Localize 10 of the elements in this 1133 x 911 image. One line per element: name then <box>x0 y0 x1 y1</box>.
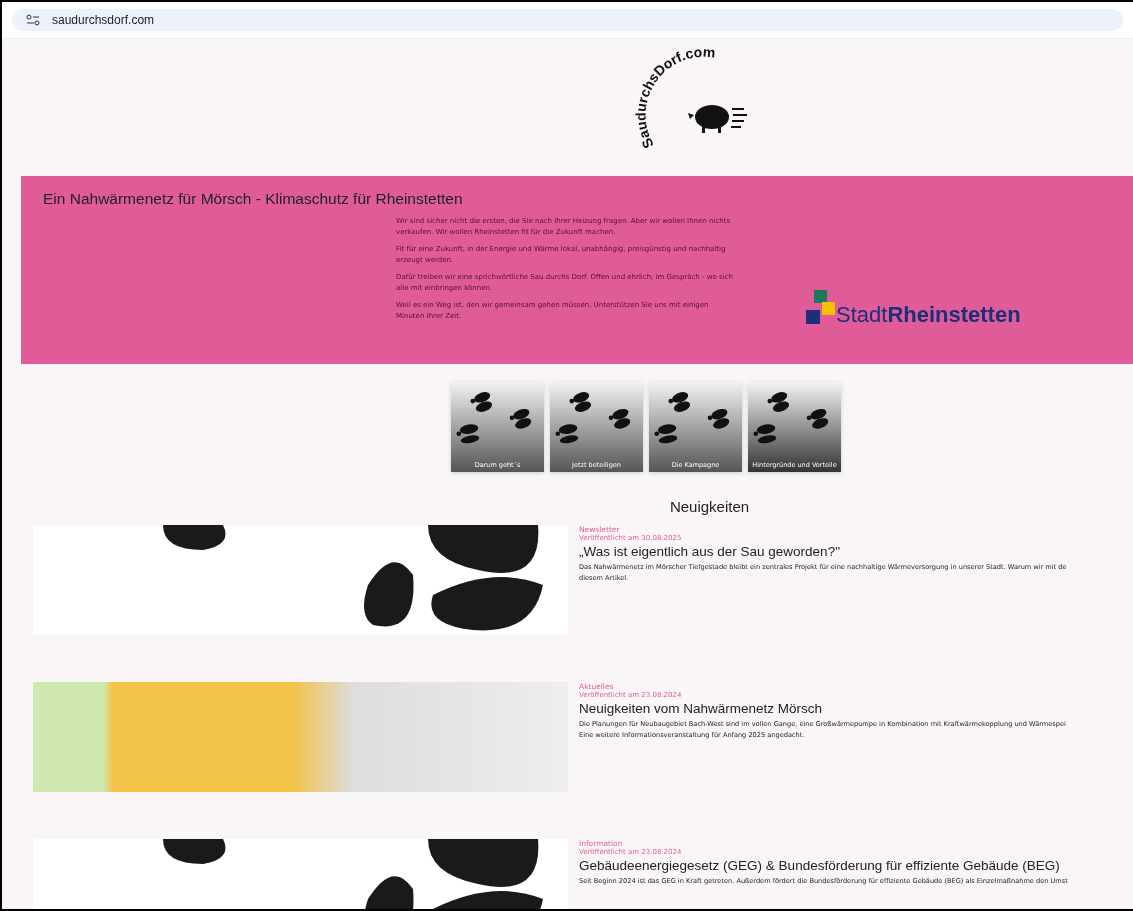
news-title[interactable]: Gebäudeenergiegesetz (GEG) & Bundesförderung für effiziente Gebäude (BEG) <box>579 858 1133 873</box>
hoofprints-image[interactable] <box>33 525 568 635</box>
news-title[interactable]: „Was ist eigentlich aus der Sau geworden?" <box>579 544 1133 559</box>
news-heading: Neuigkeiten <box>668 498 751 515</box>
news-title[interactable]: Neuigkeiten vom Nahwärmenetz Mörsch <box>579 701 1133 716</box>
partner-logo-text[interactable]: StadtRheinstetten <box>836 302 1021 328</box>
banner-title: Ein Nahwärmenetz für Mörsch - Klimaschutz für Rheinstetten <box>43 190 464 208</box>
site-settings-icon[interactable] <box>26 14 40 26</box>
url-text: saudurchsdorf.com <box>52 13 155 27</box>
address-bar[interactable]: saudurchsdorf.com <box>12 9 1123 31</box>
